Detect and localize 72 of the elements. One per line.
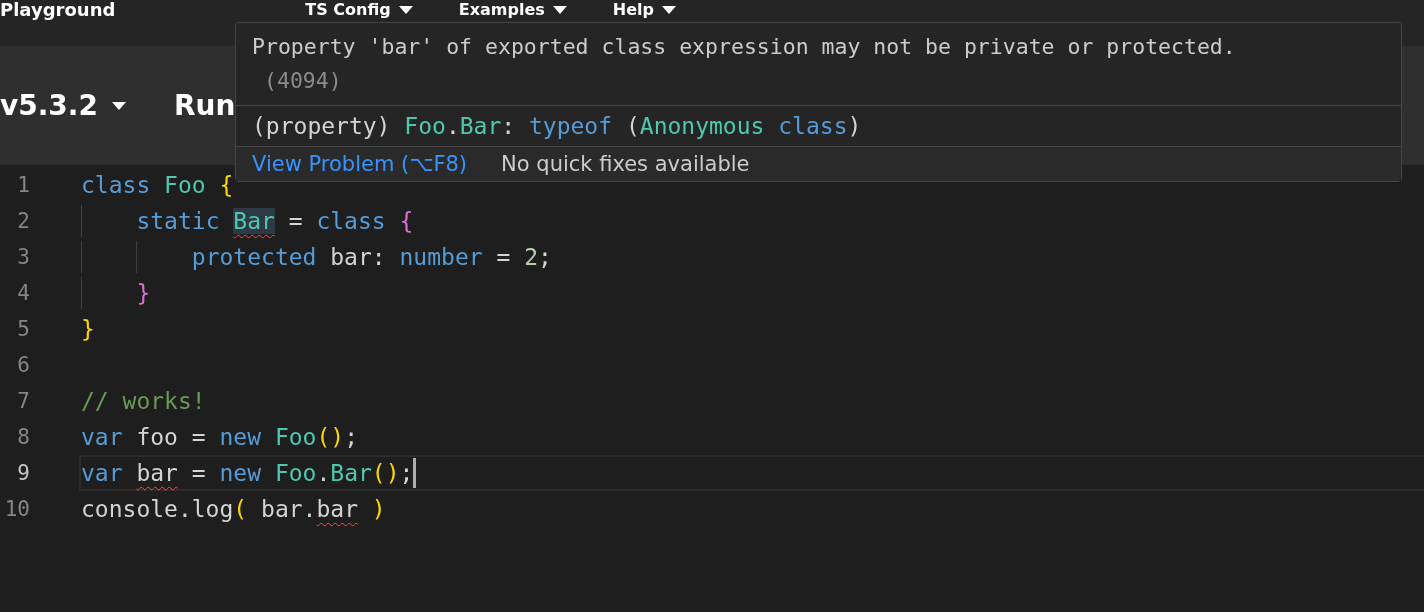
code-token: () [371,460,400,486]
line-number: 3 [16,245,30,269]
quick-fix-note: No quick fixes available [501,152,750,176]
app-title: Playground [0,0,116,20]
line-number: 2 [16,209,30,233]
view-problem-link[interactable]: View Problem (⌥F8) [252,152,468,176]
code-token: . [445,113,460,139]
error-code: (4094) [263,67,343,95]
line-number: 5 [16,317,30,341]
code-token: typeof [529,113,613,139]
error-squiggle-token: bar [136,460,178,486]
text-cursor [413,458,417,488]
code-token: ) [847,113,862,139]
code-token: Foo [274,424,317,450]
code-token: ; [538,244,552,270]
code-token: Foo [404,113,446,139]
code-token: new [219,424,263,450]
line-number: 7 [16,389,30,413]
code-token: { [399,208,414,234]
code-token: class [81,172,152,198]
menu-button[interactable]: Help [612,0,676,20]
line-number: 1 [16,173,30,197]
run-button[interactable]: Run [174,89,236,122]
code-token: new [219,460,263,486]
code-token: // works! [81,388,206,414]
code-token: = [287,208,304,234]
caret-icon [398,6,413,14]
code-token: Bar [459,113,502,139]
line-number: 9 [16,461,30,485]
caret-icon [552,6,567,14]
code-token: Anonymous [639,113,766,139]
caret-icon [112,101,126,110]
code-token: Bar [330,460,372,486]
menu-button[interactable]: Examples [458,0,567,20]
code-token: protected [191,244,317,270]
code-token: ( [233,496,248,522]
code-token: . [316,460,331,486]
code-token: static [136,208,221,234]
code-token: { [219,172,234,198]
code-token: class [778,113,848,139]
code-token: = [495,244,512,270]
code-token: () [316,424,345,450]
code-token: } [81,316,95,342]
line-number: 4 [16,281,30,305]
error-squiggle-token: Bar [233,208,275,234]
code-token: (property) [252,113,392,139]
code-token: class [316,208,387,234]
code-token: : [501,113,517,139]
menu-button[interactable]: TS Config [305,0,413,20]
line-number: 10 [3,497,30,521]
code-token: var [81,424,123,450]
line-number: 6 [16,353,30,377]
code-token: console.log [81,496,234,522]
code-token: ) [370,496,386,522]
code-token: foo = [135,424,207,450]
code-token: Foo [274,460,317,486]
version-dropdown[interactable]: v5.3.2 [0,89,126,122]
code-token: bar: [329,244,387,270]
code-token: 2 [524,244,538,270]
code-token: Foo [164,172,207,198]
code-token: var [81,460,124,486]
code-token: ; [399,460,414,486]
code-token: } [136,280,151,306]
code-token: ( [624,113,640,139]
caret-icon [662,6,676,14]
error-message: Property 'bar' of exported class expression may not be private or protected. [252,33,1237,61]
code-token: bar. [260,496,317,522]
code-token: ; [344,424,358,450]
line-number: 8 [16,425,30,449]
code-token: = [190,460,207,486]
code-token: number [399,244,483,270]
error-squiggle-token: bar [316,496,358,522]
